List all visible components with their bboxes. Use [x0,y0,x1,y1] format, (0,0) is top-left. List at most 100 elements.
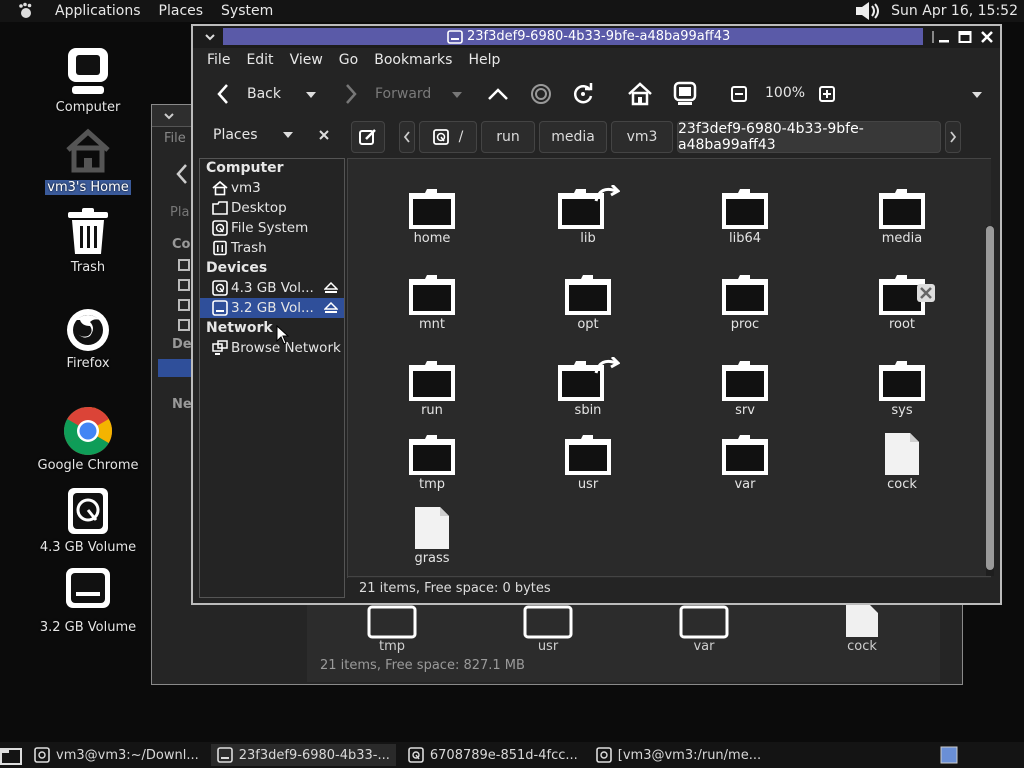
breadcrumb-run[interactable]: run [481,121,535,153]
scrollbar-thumb[interactable] [986,226,994,570]
forward-history-dropdown-icon[interactable] [451,91,463,99]
chevron-down-icon[interactable] [162,109,176,123]
clock[interactable]: Sun Apr 16, 15:52 [891,3,1018,19]
file-name: media [881,231,923,246]
menu-applications[interactable]: Applications [46,0,150,22]
file-item-cock[interactable]: cock [852,431,952,492]
menu-bookmarks[interactable]: Bookmarks [366,52,460,68]
sidebar-item-label: 3.2 GB Vol... [231,300,314,316]
file-item-opt[interactable]: opt [538,271,638,332]
eject-icon[interactable] [324,302,338,314]
sidebar-item-volume-3-2[interactable]: 3.2 GB Vol... [200,298,344,318]
window-title-area[interactable]: 23f3def9-6980-4b33-9bfe-a48ba99aff43 [223,28,923,45]
menu-go[interactable]: Go [331,52,366,68]
task-file-manager-other[interactable]: 6708789e-851d-4fcc... [402,744,584,766]
desktop-icon-volume-3-2[interactable]: 3.2 GB Volume [38,566,138,635]
file-item-sys[interactable]: sys [852,357,952,418]
file-item-mnt[interactable]: mnt [382,271,482,332]
forward-button[interactable]: Forward [343,82,431,106]
task-terminal-downloads[interactable]: vm3@vm3:~/Downl... [28,744,205,766]
breadcrumb-root[interactable]: / [419,121,477,153]
file-item-run[interactable]: run [382,357,482,418]
zoom-in-icon[interactable] [818,85,836,103]
file-item-grass[interactable]: grass [382,505,482,566]
file-item-proc[interactable]: proc [695,271,795,332]
file-view[interactable]: home lib lib64 media mnt opt proc root r… [347,158,991,578]
sidebar-item-volume-4-3[interactable]: 4.3 GB Vol... [200,278,344,298]
gnome-foot-icon[interactable] [8,2,44,20]
close-sidebar-icon[interactable] [318,129,330,141]
places-selector[interactable]: Places [213,127,258,143]
toolbar-overflow-icon[interactable] [971,91,983,99]
file-item-home[interactable]: home [382,185,482,246]
menu-file[interactable]: File [199,52,238,68]
file-item-tmp[interactable]: tmp [382,431,482,492]
computer-icon[interactable] [673,81,697,107]
file-item-media[interactable]: media [852,185,952,246]
file-item-var[interactable]: var [695,431,795,492]
breadcrumb-scroll-left[interactable] [399,121,415,153]
desktop-icon-trash[interactable]: Trash [38,206,138,275]
background-window-menu[interactable]: File [164,131,186,146]
breadcrumb-scroll-right[interactable] [945,121,961,153]
back-history-dropdown-icon[interactable] [305,91,317,99]
home-icon[interactable] [627,81,653,107]
sidebar-item-vm3[interactable]: vm3 [200,178,344,198]
sidebar-item-browse-network[interactable]: Browse Network [200,338,344,358]
file-manager-window[interactable]: 23f3def9-6980-4b33-9bfe-a48ba99aff43 Fil… [191,24,1002,605]
breadcrumb-vm3[interactable]: vm3 [611,121,673,153]
places-dropdown-icon[interactable] [282,131,294,139]
breadcrumb-media[interactable]: media [539,121,607,153]
breadcrumb-current[interactable]: 23f3def9-6980-4b33-9bfe-a48ba99aff43 [677,121,941,153]
sidebar-item-desktop[interactable]: Desktop [200,198,344,218]
file-item-sbin[interactable]: sbin [538,357,638,418]
sidebar-item-file-system[interactable]: File System [200,218,344,238]
back-button[interactable]: Back [215,82,281,106]
menu-system[interactable]: System [212,0,282,22]
file-item-lib[interactable]: lib [538,185,638,246]
minimize-icon[interactable] [936,29,952,45]
sidebar-heading-network: Network [206,320,273,336]
folder-icon [409,189,455,229]
window-titlebar[interactable]: 23f3def9-6980-4b33-9bfe-a48ba99aff43 [193,26,1000,48]
menu-view[interactable]: View [282,52,331,68]
up-arrow-icon[interactable] [486,82,510,106]
task-terminal-run-media[interactable]: [vm3@vm3:/run/me... [590,744,767,766]
background-file-item[interactable]: var [664,605,744,654]
zoom-out-icon[interactable] [730,85,748,103]
background-file-item[interactable]: usr [508,605,588,654]
folder-icon [679,605,729,639]
menu-edit[interactable]: Edit [238,52,281,68]
edit-location-button[interactable] [351,121,385,153]
window-menu-chevron-icon[interactable] [203,30,217,44]
file-item-usr[interactable]: usr [538,431,638,492]
volume-icon[interactable] [855,1,885,21]
task-file-manager-current[interactable]: 23f3def9-6980-4b33-... [210,744,396,766]
file-item-srv[interactable]: srv [695,357,795,418]
maximize-icon[interactable] [957,29,973,45]
file-name: usr [577,477,599,492]
menu-places[interactable]: Places [150,0,213,22]
show-desktop-icon[interactable] [0,745,22,765]
desktop-icon-firefox[interactable]: Firefox [38,306,138,371]
desktop-icon-computer[interactable]: Computer [38,46,138,115]
reload-icon[interactable] [571,82,595,106]
background-file-name: cock [847,639,877,654]
file-item-lib64[interactable]: lib64 [695,185,795,246]
stop-icon[interactable] [529,82,553,106]
file-name: mnt [419,317,445,332]
file-item-root[interactable]: root [852,271,952,332]
eject-icon[interactable] [324,282,338,294]
desktop-icon-chrome[interactable]: Google Chrome [38,406,138,473]
background-file-item[interactable]: cock [822,605,902,654]
close-icon[interactable] [979,29,995,45]
file-view-scrollbar[interactable] [986,226,994,576]
workspace-switcher-icon[interactable] [940,746,958,764]
desktop-icon-home[interactable]: vm3's Home [38,126,138,195]
desktop-icon-volume-4-3[interactable]: 4.3 GB Volume [38,486,138,555]
menu-help[interactable]: Help [460,52,508,68]
sidebar-item-trash[interactable]: Trash [200,238,344,258]
zoom-level[interactable]: 100% [765,85,805,101]
background-file-item[interactable]: tmp [352,605,432,654]
back-arrow-icon[interactable] [174,163,190,185]
